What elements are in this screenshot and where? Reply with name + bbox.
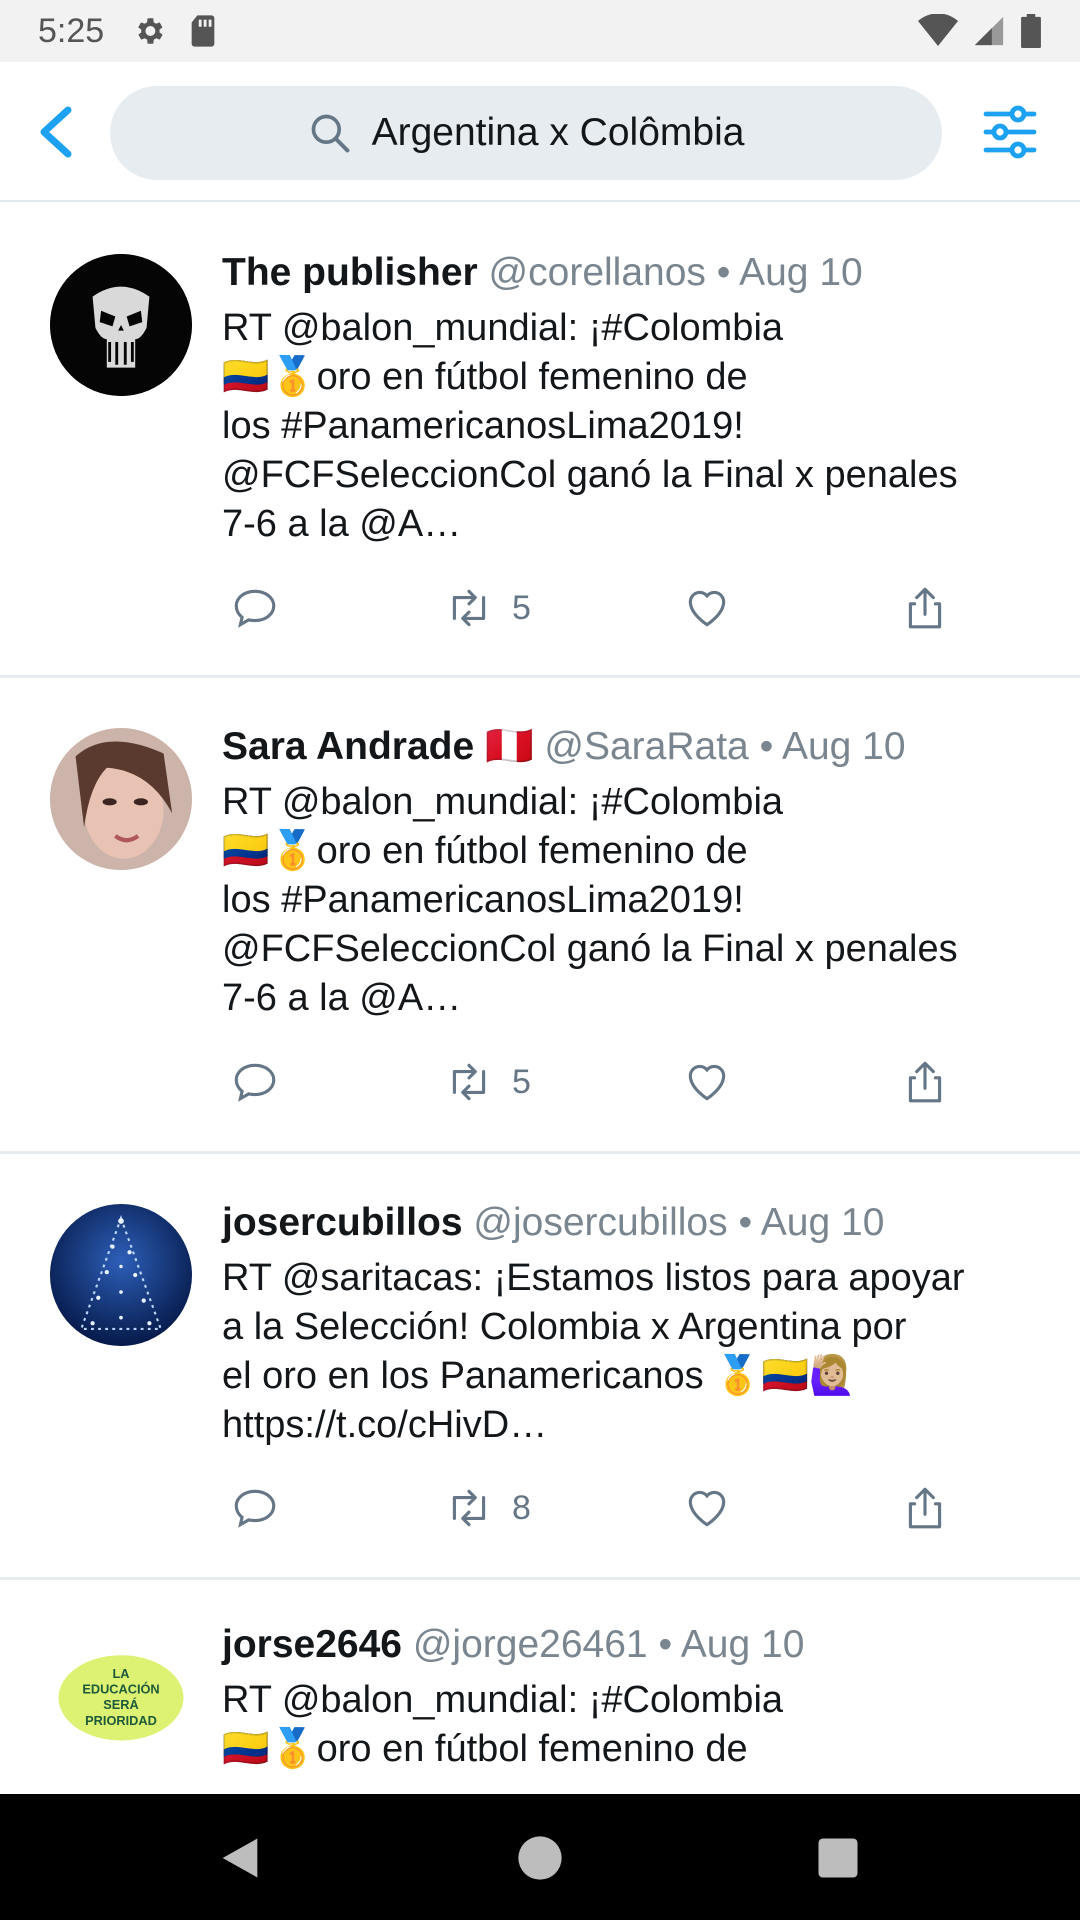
tweet-feed: The publisher @corellanos • Aug 10 RT @b… xyxy=(0,204,1080,1794)
status-bar: 5:25 xyxy=(0,0,1080,62)
user-handle: @josercubillos xyxy=(473,1201,728,1244)
education-logo-avatar-icon[interactable]: LA EDUCACIÓN SERÁ PRIORIDAD xyxy=(50,1624,192,1766)
retweet-button[interactable]: 5 xyxy=(444,1052,531,1112)
tweet-content: Sara Andrade 🇵🇪 @SaraRata • Aug 10 RT @b… xyxy=(222,722,1042,1023)
search-query: Argentina x Colômbia xyxy=(371,111,745,154)
tweet-text: RT @balon_mundial: ¡#Colombia 🇨🇴🥇oro en … xyxy=(222,307,958,545)
tweet-text: RT @saritacas: ¡Estamos listos para apoy… xyxy=(222,1257,965,1446)
search-icon xyxy=(311,114,349,153)
reply-button[interactable] xyxy=(230,1052,280,1112)
nav-home-icon[interactable] xyxy=(514,1832,566,1884)
user-handle: @SaraRata xyxy=(544,725,749,768)
tweet-actions: 5 xyxy=(222,578,982,638)
reply-icon xyxy=(234,1489,276,1528)
reply-button[interactable] xyxy=(230,1478,280,1538)
like-button[interactable] xyxy=(682,1478,732,1538)
tweet-header: jorse2646 @jorge26461 • Aug 10 xyxy=(222,1620,1042,1670)
reply-icon xyxy=(234,1063,276,1102)
system-nav-bar xyxy=(0,1794,1080,1920)
portrait-avatar-icon[interactable] xyxy=(50,728,192,870)
cell-signal-icon xyxy=(974,16,1004,46)
tweet-header: The publisher @corellanos • Aug 10 xyxy=(222,248,1042,298)
heart-icon xyxy=(688,1490,726,1527)
separator-dot: • xyxy=(658,1623,673,1666)
like-button[interactable] xyxy=(682,578,732,638)
share-button[interactable] xyxy=(900,1052,950,1112)
heart-icon xyxy=(688,1064,726,1101)
svg-text:SERÁ: SERÁ xyxy=(103,1697,138,1712)
christmas-tree-avatar-icon[interactable] xyxy=(50,1204,192,1346)
separator-dot: • xyxy=(738,1201,753,1244)
tweet-item[interactable]: The publisher @corellanos • Aug 10 RT @b… xyxy=(0,204,1080,678)
retweet-button[interactable]: 5 xyxy=(444,578,531,638)
like-button[interactable] xyxy=(682,1052,732,1112)
heart-icon xyxy=(688,590,726,627)
nav-recents-icon[interactable] xyxy=(812,1832,864,1884)
filter-sliders-icon[interactable] xyxy=(982,104,1038,160)
tweet-date: Aug 10 xyxy=(680,1623,805,1666)
tweet-item[interactable]: LA EDUCACIÓN SERÁ PRIORIDAD jorse2646 @j… xyxy=(0,1580,1080,1794)
tweet-actions: 8 xyxy=(222,1478,982,1538)
retweet-count: 8 xyxy=(512,1488,531,1527)
wifi-icon xyxy=(918,14,958,46)
retweet-icon xyxy=(452,1063,486,1101)
reply-button[interactable] xyxy=(230,578,280,638)
tweet-date: Aug 10 xyxy=(781,725,906,768)
user-name[interactable]: The publisher xyxy=(222,251,478,294)
tweet-text: RT @balon_mundial: ¡#Colombia 🇨🇴🥇oro en … xyxy=(222,1679,784,1770)
search-header: Argentina x Colômbia xyxy=(0,62,1080,202)
share-icon xyxy=(908,1061,942,1103)
separator-dot: • xyxy=(759,725,774,768)
skull-avatar-icon[interactable] xyxy=(50,254,192,396)
tweet-date: Aug 10 xyxy=(739,251,863,294)
share-icon xyxy=(908,1487,942,1529)
separator-dot: • xyxy=(716,251,731,294)
tweet-content: jorse2646 @jorge26461 • Aug 10 RT @balon… xyxy=(222,1620,1042,1774)
svg-text:PRIORIDAD: PRIORIDAD xyxy=(85,1713,157,1728)
tweet-date: Aug 10 xyxy=(760,1201,885,1244)
user-handle: @corellanos xyxy=(488,251,706,294)
nav-back-icon[interactable] xyxy=(214,1832,266,1884)
tweet-header: Sara Andrade 🇵🇪 @SaraRata • Aug 10 xyxy=(222,722,1042,772)
tweet-text: RT @balon_mundial: ¡#Colombia 🇨🇴🥇oro en … xyxy=(222,781,958,1019)
tweet-content: The publisher @corellanos • Aug 10 RT @b… xyxy=(222,248,1042,549)
status-time: 5:25 xyxy=(38,11,105,50)
reply-icon xyxy=(234,589,276,628)
sd-card-icon xyxy=(191,15,215,47)
share-button[interactable] xyxy=(900,1478,950,1538)
svg-text:EDUCACIÓN: EDUCACIÓN xyxy=(82,1682,159,1697)
retweet-count: 5 xyxy=(512,588,531,627)
settings-gear-icon xyxy=(138,18,163,44)
tweet-item[interactable]: Sara Andrade 🇵🇪 @SaraRata • Aug 10 RT @b… xyxy=(0,678,1080,1154)
user-name[interactable]: jorse2646 xyxy=(222,1623,402,1666)
back-arrow-icon[interactable] xyxy=(36,106,76,158)
svg-text:LA: LA xyxy=(112,1666,129,1681)
tweet-header: josercubillos @josercubillos • Aug 10 xyxy=(222,1198,1042,1248)
tweet-item[interactable]: josercubillos @josercubillos • Aug 10 RT… xyxy=(0,1154,1080,1580)
search-input[interactable]: Argentina x Colômbia xyxy=(110,86,942,180)
retweet-icon xyxy=(452,1489,486,1527)
retweet-icon xyxy=(452,589,486,627)
share-button[interactable] xyxy=(900,578,950,638)
share-icon xyxy=(908,587,942,629)
tweet-content: josercubillos @josercubillos • Aug 10 RT… xyxy=(222,1198,1042,1450)
battery-icon xyxy=(1021,14,1041,48)
user-name[interactable]: josercubillos xyxy=(222,1201,463,1244)
user-handle: @jorge26461 xyxy=(412,1623,648,1666)
retweet-count: 5 xyxy=(512,1062,531,1101)
user-name[interactable]: Sara Andrade 🇵🇪 xyxy=(222,725,534,768)
retweet-button[interactable]: 8 xyxy=(444,1478,531,1538)
tweet-actions: 5 xyxy=(222,1052,982,1112)
